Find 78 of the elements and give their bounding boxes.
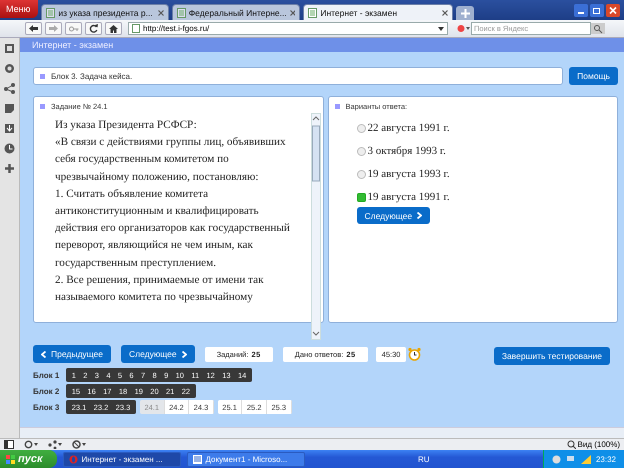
help-button[interactable]: Помощь <box>569 67 618 85</box>
menu-button[interactable]: Меню <box>0 0 38 18</box>
zoom-control[interactable]: Вид (100%) <box>566 440 620 449</box>
search-engine-icon[interactable] <box>457 24 471 33</box>
blocked-icon[interactable] <box>72 440 86 449</box>
tray-icon[interactable] <box>552 454 561 464</box>
horizontal-scrollbar[interactable] <box>20 427 624 438</box>
restore-icon[interactable] <box>590 4 604 16</box>
next-button[interactable]: Следующее <box>121 345 195 363</box>
share-icon[interactable] <box>4 83 15 94</box>
bookmark-icon[interactable] <box>4 43 15 54</box>
radio-button[interactable] <box>356 146 366 156</box>
answer-option[interactable]: 3 октября 1993 г. <box>356 143 617 159</box>
windows-logo-icon <box>6 454 15 464</box>
finish-button[interactable]: Завершить тестирование <box>494 347 610 365</box>
app-icon <box>192 454 202 464</box>
task-text: «В связи с действиями группы лиц, объявивших себя государственным комитетом по чрезвычайному положению, постановляю: <box>55 135 287 185</box>
search-icon[interactable] <box>591 23 605 34</box>
task-text: 1. Считать объявление комитета антиконституционным и квалифицировать действия его организаторов как государственный переворот, являющийся не чем иным, как государственным преступлением. <box>55 186 291 271</box>
download-icon[interactable] <box>4 123 15 134</box>
page-icon <box>132 24 140 33</box>
radio-button[interactable] <box>356 170 366 178</box>
language-indicator[interactable]: RU <box>418 454 430 464</box>
page-icon <box>177 8 186 18</box>
taskbar-button[interactable]: Интернет - экзамен ... <box>62 452 181 466</box>
square-icon <box>40 74 45 78</box>
browser-tab[interactable]: Интернет - экзамен <box>303 4 454 20</box>
radio-button[interactable] <box>356 192 366 202</box>
block-label: Блок 2 <box>33 386 60 396</box>
forward-arrow-icon <box>49 25 58 32</box>
answer-option[interactable]: 22 августа 1991 г. <box>356 120 617 136</box>
right-chevron-icon <box>417 212 422 219</box>
back-arrow-icon <box>29 25 38 32</box>
block-label: Блок 3. Задача кейса. <box>51 72 132 80</box>
right-chevron-icon <box>182 350 187 358</box>
close-icon[interactable] <box>290 10 296 16</box>
home-button[interactable] <box>105 22 122 35</box>
note-icon[interactable] <box>4 103 15 114</box>
new-tab-button[interactable] <box>456 6 474 20</box>
zoom-icon <box>566 440 576 449</box>
page-title: Интернет - экзамен <box>20 38 624 52</box>
back-button[interactable] <box>25 22 42 35</box>
close-icon[interactable] <box>158 10 164 16</box>
clock: 23:32 <box>596 454 616 464</box>
previous-button[interactable]: Предыдущее <box>33 345 112 363</box>
home-icon <box>109 24 118 32</box>
reload-icon <box>89 24 98 33</box>
alarm-clock-icon <box>408 347 422 361</box>
taskbar-button[interactable]: Документ1 - Microso... <box>186 452 305 466</box>
answer-option[interactable]: 19 августа 1993 г. <box>356 166 617 182</box>
minimize-icon[interactable] <box>574 4 588 16</box>
block-label: Блок 1 <box>33 370 60 380</box>
page-icon <box>46 8 56 18</box>
page-icon <box>308 8 318 18</box>
browser-tab[interactable]: Федеральный Интерне... <box>172 4 300 20</box>
next-button[interactable]: Следующее <box>356 207 430 224</box>
task-text: Из указа Президента РСФСР: <box>55 118 198 133</box>
address-field[interactable]: http://test.i-fgos.ru/ <box>128 22 448 35</box>
dropdown-icon[interactable] <box>438 26 444 30</box>
close-icon[interactable] <box>442 10 448 16</box>
share-icon[interactable] <box>48 440 62 449</box>
block-label: Блок 3 <box>33 402 60 412</box>
answer-option[interactable]: 19 августа 1991 г. <box>356 189 617 205</box>
task-text: 2. Все решения, принимаемые от имени так называемого комитета по чрезвычайному <box>55 272 265 306</box>
key-icon <box>68 26 78 32</box>
app-icon <box>68 454 78 464</box>
close-icon[interactable] <box>606 4 620 16</box>
reload-button[interactable] <box>85 22 102 35</box>
left-chevron-icon <box>41 350 46 358</box>
browser-tab[interactable]: из указа президента р... <box>41 4 170 20</box>
clock-icon[interactable] <box>4 143 15 154</box>
scrollbar[interactable] <box>310 113 320 340</box>
plus-icon[interactable] <box>4 163 15 174</box>
square-icon <box>40 104 45 109</box>
radio-button[interactable] <box>356 124 366 132</box>
square-icon <box>334 104 340 109</box>
plus-icon <box>460 8 470 18</box>
panel-toggle-icon[interactable] <box>4 440 14 449</box>
